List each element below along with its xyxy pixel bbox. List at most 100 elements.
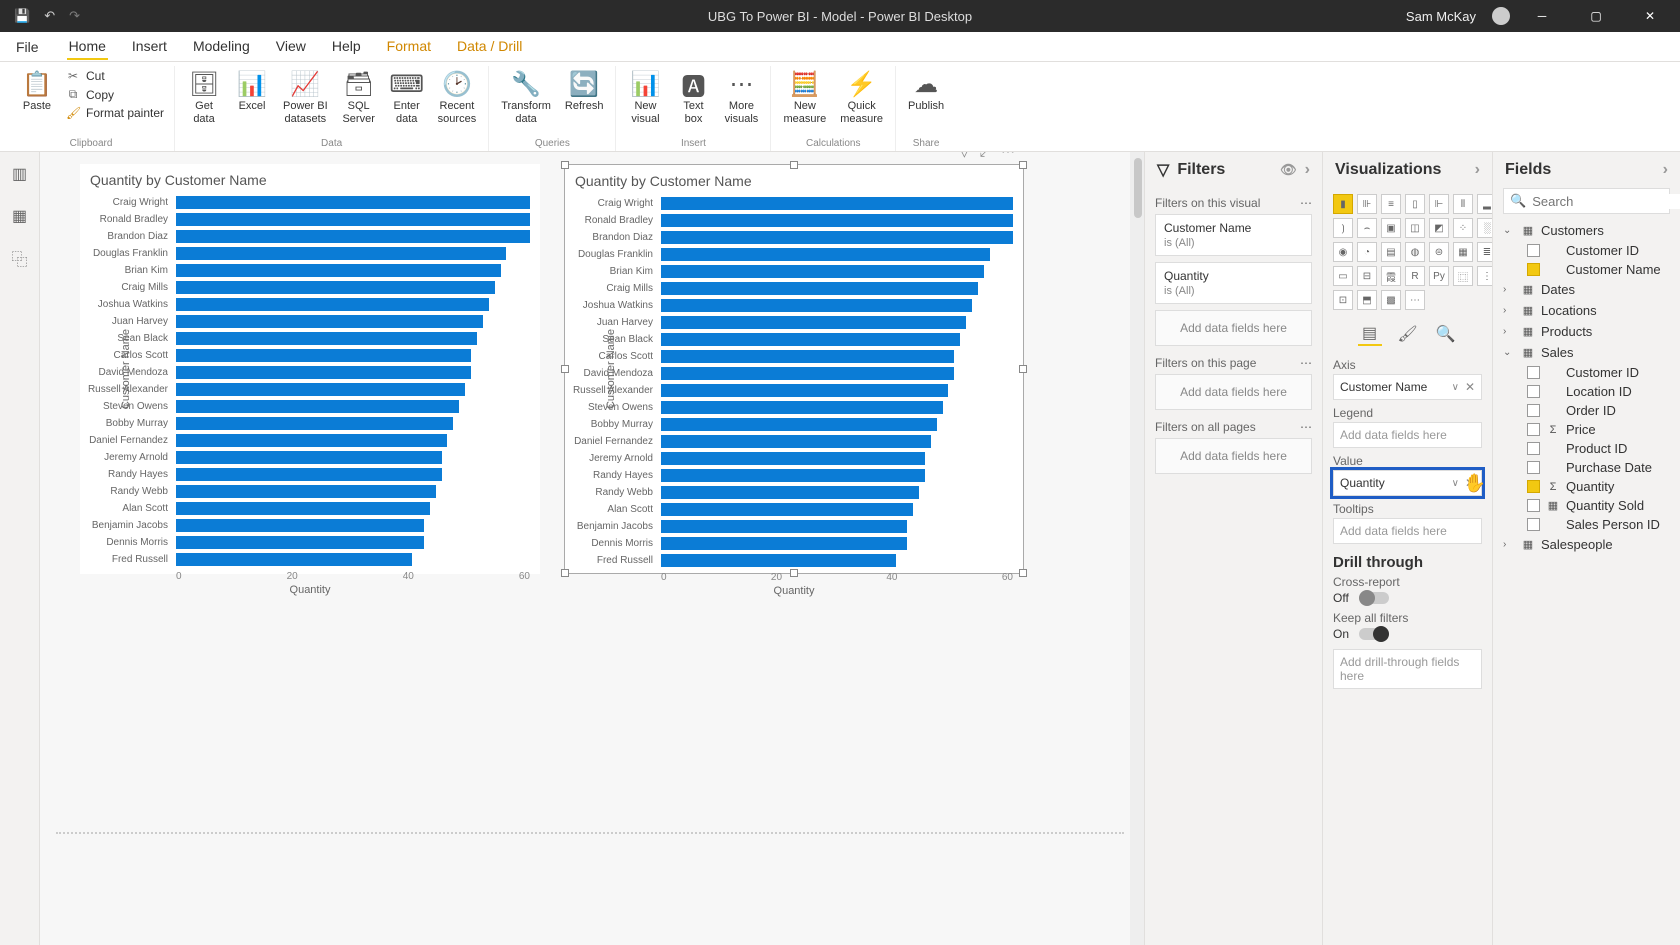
field-table-salespeople[interactable]: ›▦Salespeople <box>1503 534 1670 555</box>
excel-button[interactable]: 📊Excel <box>229 66 275 115</box>
publish-button[interactable]: ☁Publish <box>902 66 950 115</box>
report-canvas[interactable]: Quantity by Customer NameCustomer NameCr… <box>40 152 1144 945</box>
close-button[interactable]: ✕ <box>1628 0 1672 32</box>
cross-report-toggle[interactable] <box>1359 592 1389 604</box>
viz-type-icon[interactable]: ▯ <box>1405 194 1425 214</box>
tab-insert[interactable]: Insert <box>130 34 169 60</box>
paste-button[interactable]: 📋 Paste <box>14 66 60 115</box>
bar-row[interactable]: Ronald Bradley <box>661 212 1013 229</box>
bar-row[interactable]: Daniel Fernandez <box>661 433 1013 450</box>
viz-type-icon[interactable]: ▩ <box>1381 290 1401 310</box>
bar-row[interactable]: Carlos Scott <box>661 348 1013 365</box>
quick-measure-button[interactable]: ⚡Quick measure <box>834 66 889 128</box>
field-item[interactable]: ▦Quantity Sold <box>1503 496 1670 515</box>
chart-visual-2[interactable]: ▽ ⤢ ⋯ Quantity by Customer NameCustomer … <box>564 164 1024 574</box>
viz-type-icon[interactable]: ⊡ <box>1333 290 1353 310</box>
bar-row[interactable]: Jeremy Arnold <box>661 450 1013 467</box>
bar-row[interactable]: Joshua Watkins <box>176 296 530 313</box>
collapse-filters-icon[interactable]: › <box>1305 161 1310 179</box>
bar-row[interactable]: Randy Hayes <box>661 467 1013 484</box>
keep-filters-toggle[interactable] <box>1359 628 1389 640</box>
bar-row[interactable]: Brian Kim <box>661 263 1013 280</box>
enter-data-button[interactable]: ⌨Enter data <box>384 66 430 128</box>
minimize-button[interactable]: ─ <box>1520 0 1564 32</box>
bar-row[interactable]: Douglas Franklin <box>176 245 530 262</box>
cut-button[interactable]: ✂Cut <box>66 68 164 84</box>
bar-row[interactable]: Joshua Watkins <box>661 297 1013 314</box>
add-visual-filter-drop[interactable]: Add data fields here <box>1155 310 1312 346</box>
viz-type-icon[interactable]: ◩ <box>1429 218 1449 238</box>
bar-row[interactable]: David Mendoza <box>661 365 1013 382</box>
bar-row[interactable]: Craig Mills <box>661 280 1013 297</box>
field-table-products[interactable]: ›▦Products <box>1503 321 1670 342</box>
viz-type-icon[interactable]: ⫴ <box>1453 194 1473 214</box>
resize-handle[interactable] <box>561 569 569 577</box>
bar-row[interactable]: Steven Owens <box>176 398 530 415</box>
more-visuals-button[interactable]: ⋯More visuals <box>718 66 764 128</box>
viz-type-icon[interactable]: ⋯ <box>1405 290 1425 310</box>
field-item[interactable]: Customer Name <box>1503 260 1670 279</box>
show-filter-icon[interactable]: 👁 <box>1280 162 1297 178</box>
recent-sources-button[interactable]: 🕑Recent sources <box>432 66 483 128</box>
bar-row[interactable]: Dennis Morris <box>661 535 1013 552</box>
viz-type-icon[interactable]: ◉ <box>1333 242 1353 262</box>
bar-row[interactable]: Sean Black <box>661 331 1013 348</box>
viz-type-icon[interactable]: ⌢ <box>1357 218 1377 238</box>
bar-row[interactable]: Russell Alexander <box>661 382 1013 399</box>
canvas-scrollbar[interactable] <box>1130 152 1144 945</box>
bar-row[interactable]: Juan Harvey <box>176 313 530 330</box>
viz-type-icon[interactable]: ◫ <box>1405 218 1425 238</box>
bar-row[interactable]: Daniel Fernandez <box>176 432 530 449</box>
viz-type-icon[interactable]: ⟯ <box>1333 218 1353 238</box>
bar-row[interactable]: Bobby Murray <box>661 416 1013 433</box>
bar-row[interactable]: Benjamin Jacobs <box>661 518 1013 535</box>
maximize-button[interactable]: ▢ <box>1574 0 1618 32</box>
value-well[interactable]: Quantity∨✕ ✋ <box>1333 470 1482 496</box>
bar-row[interactable]: Brandon Diaz <box>661 229 1013 246</box>
user-avatar[interactable] <box>1492 7 1510 25</box>
viz-type-icon[interactable]: ⊟ <box>1357 266 1377 286</box>
field-table-locations[interactable]: ›▦Locations <box>1503 300 1670 321</box>
viz-type-icon[interactable]: ⋮ <box>1477 266 1492 286</box>
pbi-datasets-button[interactable]: 📈Power BI datasets <box>277 66 334 128</box>
field-item[interactable]: Customer ID <box>1503 241 1670 260</box>
resize-handle[interactable] <box>1019 161 1027 169</box>
field-item[interactable]: Location ID <box>1503 382 1670 401</box>
bar-row[interactable]: Sean Black <box>176 330 530 347</box>
viz-type-icon[interactable]: ▂ <box>1477 194 1492 214</box>
field-item[interactable]: Order ID <box>1503 401 1670 420</box>
resize-handle[interactable] <box>790 161 798 169</box>
viz-type-icon[interactable]: ▭ <box>1333 266 1353 286</box>
remove-axis-icon[interactable]: ✕ <box>1465 380 1475 394</box>
axis-well[interactable]: Customer Name∨✕ <box>1333 374 1482 400</box>
viz-type-icon[interactable]: Py <box>1429 266 1449 286</box>
save-icon[interactable]: 💾 <box>14 8 30 24</box>
redo-icon[interactable]: ↷ <box>69 8 80 24</box>
bar-row[interactable]: Brian Kim <box>176 262 530 279</box>
add-page-filter-drop[interactable]: Add data fields here <box>1155 374 1312 410</box>
tooltips-well[interactable]: Add data fields here <box>1333 518 1482 544</box>
resize-handle[interactable] <box>1019 569 1027 577</box>
add-all-pages-filter-drop[interactable]: Add data fields here <box>1155 438 1312 474</box>
get-data-button[interactable]: 🗄Get data <box>181 66 227 128</box>
remove-value-icon[interactable]: ✕ <box>1465 476 1475 490</box>
fields-tab-icon[interactable]: ▤ <box>1358 322 1382 346</box>
format-painter-button[interactable]: 🖌Format painter <box>66 105 164 121</box>
viz-type-icon[interactable]: ⊜ <box>1429 242 1449 262</box>
viz-type-icon[interactable]: ⿴ <box>1453 266 1473 286</box>
fields-search[interactable]: 🔍 <box>1503 188 1670 214</box>
bar-row[interactable]: Steven Owens <box>661 399 1013 416</box>
resize-handle[interactable] <box>561 161 569 169</box>
bar-row[interactable]: Randy Webb <box>661 484 1013 501</box>
bar-row[interactable]: Brandon Diaz <box>176 228 530 245</box>
bar-row[interactable]: Craig Mills <box>176 279 530 296</box>
bar-row[interactable]: Juan Harvey <box>661 314 1013 331</box>
sql-server-button[interactable]: 🗃SQL Server <box>336 66 382 128</box>
field-item[interactable]: Product ID <box>1503 439 1670 458</box>
viz-type-icon[interactable]: 霞 <box>1381 266 1401 286</box>
bar-row[interactable]: Randy Hayes <box>176 466 530 483</box>
bar-row[interactable]: Benjamin Jacobs <box>176 517 530 534</box>
bar-row[interactable]: Randy Webb <box>176 483 530 500</box>
filter-card[interactable]: Quantityis (All) <box>1155 262 1312 304</box>
filter-card[interactable]: Customer Nameis (All) <box>1155 214 1312 256</box>
